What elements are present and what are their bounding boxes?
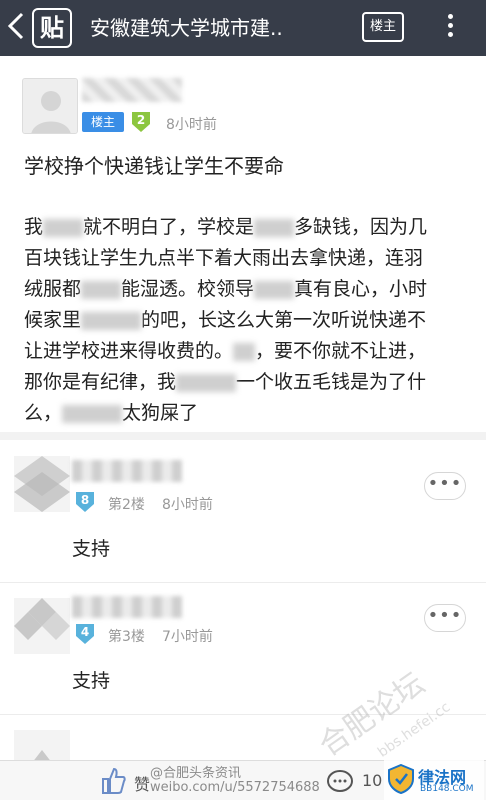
- body-line: 绒服都 能湿透。校领导 真有良心，小时: [24, 278, 428, 300]
- level-badge: 8: [74, 490, 96, 514]
- forum-watermark: 合肥论坛: [312, 666, 432, 764]
- back-button[interactable]: [4, 8, 28, 44]
- site-logo-url: BB148.COM: [420, 784, 474, 794]
- reply-time: 8小时前: [162, 497, 213, 513]
- level-number: 4: [80, 625, 90, 639]
- level-badge: 4: [74, 622, 96, 646]
- reply-username[interactable]: [72, 596, 182, 618]
- reply-username[interactable]: [72, 460, 182, 482]
- reply-more-button[interactable]: •••: [424, 472, 466, 500]
- like-label[interactable]: 赞: [134, 771, 150, 795]
- weibo-watermark: @合肥头条资讯: [150, 766, 242, 781]
- op-username[interactable]: [82, 78, 182, 102]
- reply-text: 支持: [72, 670, 111, 692]
- only-op-button[interactable]: 楼主: [362, 12, 404, 42]
- level-number: 8: [80, 493, 90, 507]
- body-line: 候家里 的吧，长这么大第一次听说快递不: [24, 309, 427, 331]
- more-vertical-icon[interactable]: [440, 10, 460, 44]
- chevron-left-icon: [7, 12, 24, 40]
- reply-avatar[interactable]: [14, 730, 70, 760]
- body-line: 让进学校进来得收费的。 ，要不你就不让进，: [24, 340, 427, 362]
- comment-icon[interactable]: [326, 769, 354, 795]
- floor-number: 第3楼: [108, 629, 145, 645]
- body-line: 么， 太狗屎了: [24, 402, 199, 424]
- comment-count: 10: [362, 771, 383, 790]
- body-line: 那你是有纪律，我 一个收五毛钱是为了什: [24, 371, 427, 393]
- tieba-logo[interactable]: 贴: [32, 8, 72, 48]
- level-badge: 2: [130, 110, 152, 134]
- floor-number: 第2楼: [108, 497, 145, 513]
- reply-time: 7小时前: [162, 629, 213, 645]
- reply-more-button[interactable]: •••: [424, 604, 466, 632]
- reply-text: 支持: [72, 538, 111, 560]
- post-time: 8小时前: [166, 117, 217, 133]
- post-body: 我就不明白了，学校是 多缺钱，因为几 百块钱让学生九点半下着大雨出去拿快递，连羽 …: [24, 212, 472, 429]
- reply-avatar[interactable]: [14, 598, 70, 654]
- shield-icon: [388, 764, 414, 794]
- top-bar: 贴 安徽建筑大学城市建.. 楼主: [0, 0, 486, 56]
- thumbs-up-icon[interactable]: [100, 767, 126, 795]
- section-divider: [0, 432, 486, 440]
- weibo-watermark-url: weibo.com/u/5572754688: [150, 780, 320, 795]
- post-title: 学校挣个快递钱让学生不要命: [24, 154, 284, 178]
- op-badge: 楼主: [82, 112, 124, 132]
- reply-avatar[interactable]: [14, 456, 70, 512]
- page-title: 安徽建筑大学城市建..: [90, 16, 283, 40]
- reply-separator: [0, 714, 486, 715]
- level-number: 2: [136, 113, 146, 127]
- site-logo: 律法网 BB148.COM: [384, 760, 484, 800]
- body-line: 我就不明白了，学校是 多缺钱，因为几: [24, 216, 428, 238]
- reply-separator: [0, 582, 486, 583]
- op-avatar[interactable]: [22, 78, 78, 134]
- body-line: 百块钱让学生九点半下着大雨出去拿快递，连羽: [24, 247, 424, 269]
